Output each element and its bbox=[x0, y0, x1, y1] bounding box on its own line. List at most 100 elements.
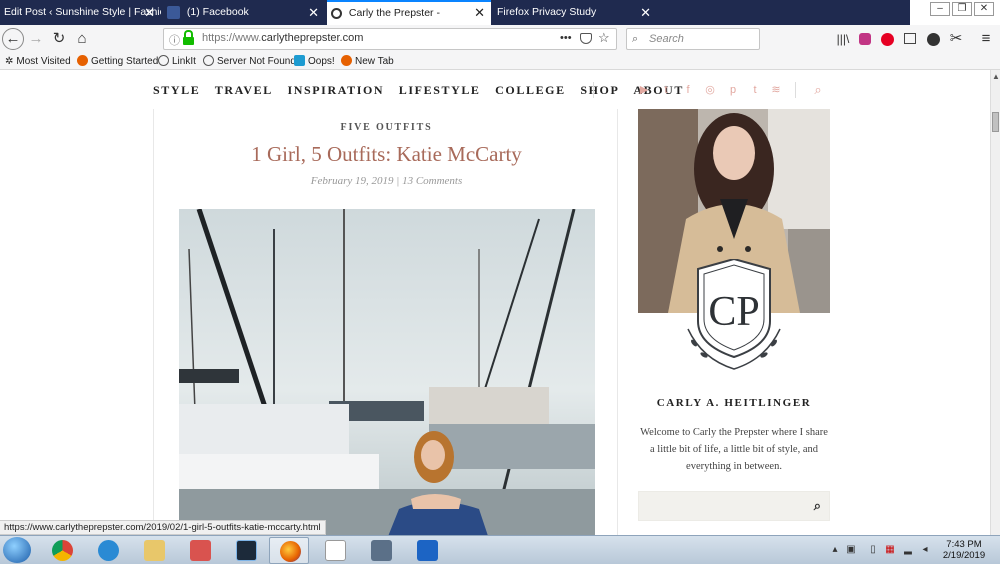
taskbar-file-explorer[interactable] bbox=[134, 537, 174, 564]
comments-link[interactable]: 13 Comments bbox=[402, 175, 462, 187]
url-text[interactable]: https://www.carlytheprepster.com bbox=[202, 32, 363, 44]
navigation-toolbar: ← → ↻ ⌂ ⓘ https://www.carlytheprepster.c… bbox=[0, 25, 1000, 53]
post-hero-image[interactable] bbox=[179, 209, 595, 535]
post-date: February 19, 2019 bbox=[310, 175, 394, 187]
nav-divider bbox=[795, 82, 796, 98]
show-hidden-icons-icon[interactable]: ▴ bbox=[830, 544, 840, 556]
taskbar-firefox[interactable] bbox=[269, 537, 309, 564]
tab-close-icon[interactable]: ✕ bbox=[640, 0, 651, 25]
page-actions-icon[interactable]: ••• bbox=[560, 32, 572, 44]
network-icon[interactable]: ▂ bbox=[903, 544, 913, 556]
back-button[interactable]: ← bbox=[2, 28, 24, 50]
tab-label: Firefox Privacy Study bbox=[497, 6, 597, 18]
scroll-up-icon[interactable]: ▲ bbox=[992, 72, 1000, 81]
tray-device-icon[interactable]: ▯ bbox=[868, 544, 878, 556]
sidebar-toggle-icon[interactable] bbox=[900, 30, 920, 50]
tray-warning-icon[interactable]: ▦ bbox=[885, 544, 895, 556]
search-input[interactable]: ⌕ Search bbox=[626, 28, 760, 50]
page-viewport: STYLE TRAVEL INSPIRATION LIFESTYLE COLLE… bbox=[0, 70, 990, 535]
site-search-icon[interactable]: ⌕ bbox=[812, 83, 824, 96]
nav-divider bbox=[593, 82, 594, 98]
bookmark-oops[interactable]: Oops! bbox=[294, 54, 335, 69]
tab-firefox-privacy-study[interactable]: Firefox Privacy Study ✕ bbox=[493, 0, 657, 25]
bookmark-getting-started[interactable]: Getting Started bbox=[77, 54, 158, 69]
nav-link-shop[interactable]: SHOP bbox=[580, 83, 619, 97]
profile-icon[interactable] bbox=[923, 30, 943, 50]
sidebar-search-input[interactable]: ⌕ bbox=[638, 491, 830, 521]
volume-icon[interactable]: ◂ bbox=[920, 544, 930, 556]
taskbar-security[interactable] bbox=[407, 537, 447, 564]
instagram-icon[interactable]: ◎ bbox=[704, 84, 716, 96]
rss-icon[interactable]: ≋ bbox=[770, 84, 782, 96]
forward-button[interactable]: → bbox=[26, 30, 46, 50]
tab-close-icon[interactable]: ✕ bbox=[308, 0, 319, 25]
scrollbar-thumb[interactable] bbox=[992, 112, 999, 132]
maximize-button[interactable]: ❐ bbox=[952, 2, 972, 16]
library-icon[interactable]: |||\ bbox=[833, 30, 853, 50]
minimize-button[interactable]: – bbox=[930, 2, 950, 16]
post-title[interactable]: 1 Girl, 5 Outfits: Katie McCarty bbox=[154, 142, 619, 167]
author-name: CARLY A. HEITLINGER bbox=[656, 397, 812, 409]
tray-app-icon[interactable]: ▣ bbox=[846, 544, 856, 556]
author-bio: Welcome to Carly the Prepster where I sh… bbox=[640, 427, 828, 472]
pinterest-icon[interactable]: p bbox=[727, 84, 739, 96]
youtube-icon[interactable]: ▶ bbox=[638, 84, 650, 96]
tumblr-icon[interactable]: t bbox=[749, 84, 761, 96]
home-button[interactable]: ⌂ bbox=[72, 30, 92, 50]
bookmarks-toolbar: ✲ Most Visited Getting Started LinkIt Ser… bbox=[0, 53, 1000, 70]
app-icon bbox=[190, 540, 211, 561]
document-icon bbox=[325, 540, 346, 561]
tab-carly-the-prepster[interactable]: Carly the Prepster - ✕ bbox=[327, 0, 491, 25]
info-icon[interactable]: ⓘ bbox=[169, 32, 180, 48]
tab-close-icon[interactable]: ✕ bbox=[474, 2, 485, 24]
gear-icon: ✲ bbox=[5, 56, 14, 67]
system-clock[interactable]: 7:43 PM 2/19/2019 bbox=[938, 539, 990, 561]
taskbar-internet-explorer[interactable] bbox=[88, 537, 128, 564]
site-logo-crest[interactable]: CP bbox=[682, 257, 786, 375]
taskbar-notepad[interactable] bbox=[315, 537, 355, 564]
nav-link-inspiration[interactable]: INSPIRATION bbox=[287, 83, 384, 97]
search-icon: ⌕ bbox=[632, 33, 639, 45]
shield-icon bbox=[417, 540, 438, 561]
search-icon[interactable]: ⌕ bbox=[814, 498, 821, 514]
taskbar-lightroom[interactable] bbox=[226, 537, 266, 564]
bookmark-linkit[interactable]: LinkIt bbox=[158, 54, 196, 69]
firefox-icon bbox=[77, 55, 88, 66]
taskbar-app[interactable] bbox=[180, 537, 220, 564]
url-bar[interactable]: ⓘ https://www.carlytheprepster.com ••• ☆ bbox=[163, 28, 617, 50]
tab-edit-post[interactable]: Edit Post ‹ Sunshine Style | Fashion ✕ bbox=[0, 0, 161, 25]
search-placeholder: Search bbox=[649, 33, 684, 45]
firefox-icon bbox=[341, 55, 352, 66]
bookmark-star-icon[interactable]: ☆ bbox=[598, 30, 610, 46]
nav-link-style[interactable]: STYLE bbox=[153, 83, 200, 97]
crest-letters: CP bbox=[708, 289, 759, 335]
post-category[interactable]: FIVE OUTFITS bbox=[154, 122, 619, 133]
nav-link-college[interactable]: COLLEGE bbox=[495, 83, 566, 97]
start-button[interactable] bbox=[3, 537, 31, 563]
taskbar-window[interactable] bbox=[361, 537, 401, 564]
extension-icon[interactable] bbox=[855, 30, 875, 50]
globe-icon bbox=[203, 55, 214, 66]
globe-icon bbox=[158, 55, 169, 66]
twitter-icon[interactable]: t bbox=[660, 84, 672, 96]
facebook-icon[interactable]: f bbox=[682, 84, 694, 96]
taskbar-chrome[interactable] bbox=[42, 537, 82, 564]
tab-facebook[interactable]: (1) Facebook ✕ bbox=[163, 0, 325, 25]
bookmark-most-visited[interactable]: ✲ Most Visited bbox=[5, 54, 71, 69]
pocket-icon[interactable] bbox=[580, 33, 592, 44]
tab-label: (1) Facebook bbox=[186, 6, 249, 18]
pinterest-extension-icon[interactable] bbox=[877, 30, 897, 50]
tools-icon[interactable]: ✂ bbox=[946, 30, 966, 50]
close-window-button[interactable]: ✕ bbox=[974, 2, 994, 16]
bookmark-new-tab[interactable]: New Tab bbox=[341, 54, 394, 69]
firefox-icon bbox=[280, 541, 301, 562]
tab-label: Edit Post ‹ Sunshine Style | Fashion bbox=[4, 6, 161, 18]
menu-icon[interactable]: ≡ bbox=[976, 30, 996, 50]
reload-button[interactable]: ↻ bbox=[49, 30, 69, 50]
nav-link-travel[interactable]: TRAVEL bbox=[215, 83, 273, 97]
bookmark-server-not-found[interactable]: Server Not Found bbox=[203, 54, 296, 69]
nav-link-lifestyle[interactable]: LIFESTYLE bbox=[399, 83, 481, 97]
page-scrollbar[interactable]: ▲ bbox=[990, 70, 1000, 535]
tab-close-icon[interactable]: ✕ bbox=[144, 0, 155, 25]
site-favicon-icon bbox=[331, 7, 342, 19]
